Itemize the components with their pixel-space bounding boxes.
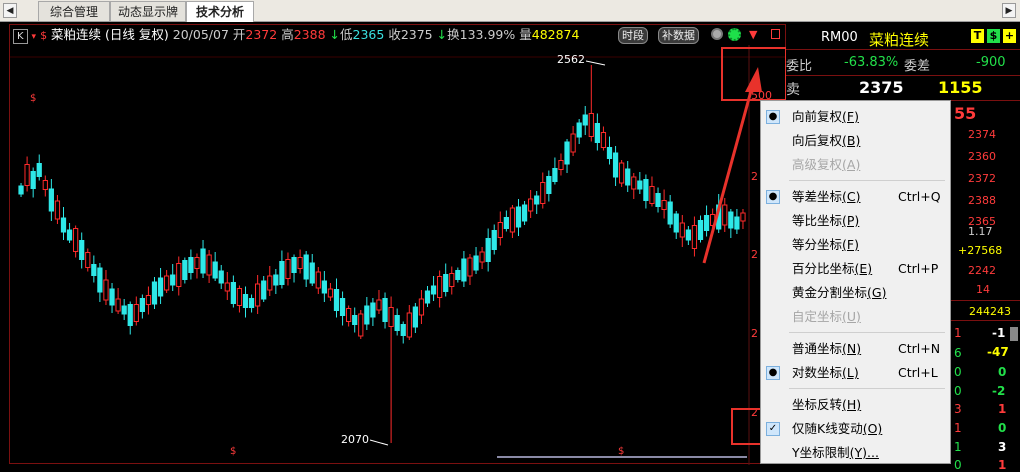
menu-key: (N) xyxy=(842,341,862,356)
tick-left: 0 xyxy=(954,384,962,398)
tick-right: 1 xyxy=(998,458,1007,472)
scroll-indicator[interactable] xyxy=(1010,327,1018,341)
menu-key: (F) xyxy=(842,109,859,124)
menu-label: 等差坐标 xyxy=(792,189,843,204)
menu-golden-ratio-axis[interactable]: 黄金分割坐标(G) xyxy=(761,281,950,305)
menu-shortcut: Ctrl+Q xyxy=(898,189,941,204)
menu-key: (L) xyxy=(842,365,859,380)
menu-key: (P) xyxy=(842,213,860,228)
quote-value: 2388 xyxy=(968,194,996,207)
highlight-arrow xyxy=(702,67,762,264)
weibi-label: 委比 xyxy=(786,59,813,74)
instrument-name: 菜粕连续 xyxy=(869,31,930,49)
menu-shortcut: Ctrl+L xyxy=(898,365,938,380)
menu-label: 向后复权 xyxy=(792,133,843,148)
menu-key: (Y)... xyxy=(849,445,879,460)
radio-dot-icon: ● xyxy=(766,190,780,204)
menu-key: (G) xyxy=(867,285,887,300)
axis-context-menu: ● 向前复权(F) 向后复权(B) 高级复权(A) ● 等差坐标(C) Ctrl+Q … xyxy=(760,100,951,464)
weicha-label: 委差 xyxy=(904,59,931,74)
tick-left: 6 xyxy=(954,346,962,360)
radio-dot-icon: ● xyxy=(766,366,780,380)
kline-chart[interactable]: $ $ $ K ▾ $ 菜粕连续 (日线 复权) 20/05/07 开2372 … xyxy=(9,24,930,465)
menu-label: 黄金分割坐标 xyxy=(792,285,868,300)
menu-axis-invert[interactable]: 坐标反转(H) xyxy=(761,393,950,417)
menu-label: 高级复权 xyxy=(792,157,843,172)
quote-row-value: 55 xyxy=(954,104,977,123)
menu-log-axis[interactable]: ● 对数坐标(L) Ctrl+L xyxy=(761,361,950,385)
tab-dynamic-board[interactable]: 动态显示牌 xyxy=(110,1,186,21)
menu-label: 自定坐标 xyxy=(792,309,843,324)
menu-shortcut: Ctrl+N xyxy=(898,341,941,356)
checkmark-icon: ✓ xyxy=(766,422,780,436)
tick-right: -47 xyxy=(987,345,1009,359)
quote-value: 2374 xyxy=(968,128,996,141)
tab-technical-analysis[interactable]: 技术分析 xyxy=(186,1,254,22)
menu-y-axis-limit[interactable]: Y坐标限制(Y)... xyxy=(761,441,950,465)
menu-key: (A) xyxy=(842,157,861,172)
sell-quantity: 1155 xyxy=(938,78,983,97)
tick-left: 3 xyxy=(954,402,962,416)
tick-right: 0 xyxy=(998,365,1007,379)
menu-label: 坐标反转 xyxy=(792,397,843,412)
menu-label: 等比坐标 xyxy=(792,213,843,228)
menu-key: (H) xyxy=(842,397,862,412)
menu-advanced-adjust: 高级复权(A) xyxy=(761,153,950,177)
sell-price: 2375 xyxy=(859,78,904,97)
menu-custom-axis: 自定坐标(U) xyxy=(761,305,950,329)
menu-follow-kline-only[interactable]: ✓ 仅随K线变动(O) xyxy=(761,417,950,441)
weicha-value: -900 xyxy=(976,55,1006,70)
tick-left: 1 xyxy=(954,421,962,435)
instrument-code: RM00 xyxy=(821,30,858,45)
menu-key: (F) xyxy=(842,237,859,252)
tick-left: 1 xyxy=(954,440,962,454)
quote-value: 2372 xyxy=(968,172,996,185)
total-value: 244243 xyxy=(969,305,1011,318)
tab-overview[interactable]: 综合管理 xyxy=(38,1,110,21)
tick-left: 0 xyxy=(954,365,962,379)
quote-value: +27568 xyxy=(958,244,1003,257)
quote-value: 2360 xyxy=(968,150,996,163)
quote-value: 14 xyxy=(976,283,990,296)
menu-shortcut: Ctrl+P xyxy=(898,261,939,276)
menu-key: (U) xyxy=(842,309,861,324)
menu-label: 百分比坐标 xyxy=(792,261,855,276)
menu-equal-division-axis[interactable]: 等分坐标(F) xyxy=(761,233,950,257)
menu-percent-axis[interactable]: 百分比坐标(E) Ctrl+P xyxy=(761,257,950,281)
menu-key: (O) xyxy=(862,421,883,436)
menu-backward-adjust[interactable]: 向后复权(B) xyxy=(761,129,950,153)
tick-left: 0 xyxy=(954,458,962,472)
menu-label: Y坐标限制 xyxy=(792,445,850,460)
menu-key: (C) xyxy=(842,189,861,204)
quote-value: 1.17 xyxy=(968,225,993,238)
weibi-value: -63.83% xyxy=(844,55,899,70)
sell-label: 卖 xyxy=(786,82,800,98)
menu-forward-adjust[interactable]: ● 向前复权(F) xyxy=(761,105,950,129)
menu-normal-axis[interactable]: 普通坐标(N) Ctrl+N xyxy=(761,337,950,361)
tab-bar: ◀ ▶ 综合管理 动态显示牌 技术分析 xyxy=(0,0,1020,22)
menu-label: 仅随K线变动 xyxy=(792,421,863,436)
tick-right: 1 xyxy=(998,402,1007,416)
t-button[interactable]: T xyxy=(971,29,984,43)
radio-dot-icon: ● xyxy=(766,110,780,124)
menu-ratio-axis[interactable]: 等比坐标(P) xyxy=(761,209,950,233)
tick-right: 3 xyxy=(998,440,1007,454)
plus-button[interactable]: + xyxy=(1003,29,1016,43)
tick-right: 0 xyxy=(998,421,1007,435)
menu-label: 等分坐标 xyxy=(792,237,843,252)
dollar-button[interactable]: $ xyxy=(987,29,1000,43)
tick-left: 1 xyxy=(954,326,962,340)
quote-value: 2242 xyxy=(968,264,996,277)
tick-right: -2 xyxy=(992,384,1006,398)
menu-label: 向前复权 xyxy=(792,109,843,124)
tick-right: -1 xyxy=(992,326,1006,340)
menu-label: 普通坐标 xyxy=(792,341,843,356)
menu-label: 对数坐标 xyxy=(792,365,843,380)
tab-scroll-left-button[interactable]: ◀ xyxy=(3,3,17,18)
menu-arithmetic-axis[interactable]: ● 等差坐标(C) Ctrl+Q xyxy=(761,185,950,209)
tab-scroll-right-button[interactable]: ▶ xyxy=(1002,3,1016,18)
menu-key: (B) xyxy=(842,133,861,148)
menu-key: (E) xyxy=(854,261,873,276)
